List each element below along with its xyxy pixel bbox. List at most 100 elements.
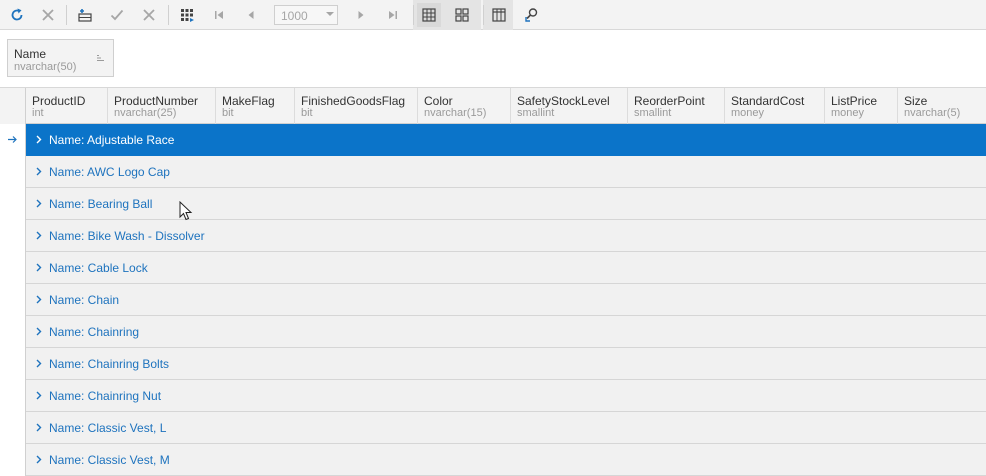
chevron-right-icon[interactable] (35, 327, 43, 336)
fetch-all-button[interactable] (175, 3, 199, 27)
close-icon (42, 9, 54, 21)
column-header-color[interactable]: Color nvarchar(15) (418, 88, 511, 124)
group-row-label: Name: Bike Wash - Dissolver (49, 229, 205, 243)
group-row-label: Name: AWC Logo Cap (49, 165, 170, 179)
page-size-value: 1000 (281, 9, 308, 23)
group-chip-type: nvarchar(50) (14, 61, 77, 73)
column-type: nvarchar(25) (114, 107, 177, 119)
group-row-label: Name: Classic Vest, L (49, 421, 167, 435)
column-type: nvarchar(5) (904, 107, 961, 119)
toolbar-separator (413, 5, 414, 25)
last-page-icon (389, 11, 397, 19)
row-indicator (0, 380, 26, 412)
check-icon (110, 9, 124, 21)
column-header-standardcost[interactable]: StandardCost money (725, 88, 825, 124)
group-row[interactable]: Name: Chain (0, 284, 986, 316)
column-type: bit (301, 107, 313, 119)
row-indicator (0, 348, 26, 380)
row-indicator (0, 284, 26, 316)
column-header-reorderpoint[interactable]: ReorderPoint smallint (628, 88, 725, 124)
first-page-button[interactable] (207, 3, 231, 27)
previous-icon (248, 11, 254, 19)
row-indicator (0, 316, 26, 348)
column-header-row: ProductID int ProductNumber nvarchar(25)… (0, 87, 986, 124)
chevron-right-icon[interactable] (35, 423, 43, 432)
group-row[interactable]: Name: Bike Wash - Dissolver (0, 220, 986, 252)
first-page-icon (215, 11, 223, 19)
group-row-label: Name: Bearing Ball (49, 197, 153, 211)
apply-changes-button[interactable] (105, 3, 129, 27)
toolbar-separator (66, 5, 67, 25)
column-header-makeflag[interactable]: MakeFlag bit (216, 88, 295, 124)
chevron-right-icon[interactable] (35, 135, 43, 144)
card-view-button[interactable] (450, 3, 474, 27)
group-row-label: Name: Chainring Bolts (49, 357, 170, 371)
group-panel: Name nvarchar(50) (0, 30, 986, 87)
chevron-right-icon[interactable] (35, 231, 43, 240)
row-indicator-header (0, 88, 26, 124)
column-type: int (32, 107, 44, 119)
group-row-label: Name: Classic Vest, M (49, 453, 170, 467)
chevron-right-icon[interactable] (35, 263, 43, 272)
column-name: StandardCost (731, 94, 805, 108)
group-row[interactable]: Name: Chainring Nut (0, 380, 986, 412)
toolbar: 1000 (0, 0, 986, 30)
discard-changes-button[interactable] (137, 3, 161, 27)
column-type: bit (222, 107, 234, 119)
page-size-select[interactable]: 1000 (274, 5, 338, 25)
grid-icon (422, 8, 436, 22)
row-indicator (0, 412, 26, 444)
row-indicator (0, 188, 26, 220)
group-row[interactable]: Name: AWC Logo Cap (0, 156, 986, 188)
mouse-cursor-icon (179, 201, 193, 221)
row-indicator (0, 220, 26, 252)
column-header-productid[interactable]: ProductID int (26, 88, 108, 124)
column-chooser-button[interactable] (487, 3, 511, 27)
group-row[interactable]: Name: Classic Vest, L (0, 412, 986, 444)
sort-ascending-icon (97, 55, 104, 61)
last-page-button[interactable] (381, 3, 405, 27)
grid-fetch-icon (181, 9, 194, 22)
column-header-finishedgoodsflag[interactable]: FinishedGoodsFlag bit (295, 88, 418, 124)
next-page-button[interactable] (349, 3, 373, 27)
group-row[interactable]: Name: Chainring (0, 316, 986, 348)
chevron-right-icon[interactable] (35, 199, 43, 208)
column-name: ProductNumber (114, 94, 199, 108)
search-icon (525, 8, 538, 22)
column-name: SafetyStockLevel (517, 94, 610, 108)
grid-view-button[interactable] (417, 3, 441, 27)
group-row[interactable]: Name: Adjustable Race (0, 124, 986, 156)
column-name: Size (904, 94, 928, 108)
group-row-label: Name: Adjustable Race (49, 133, 175, 147)
group-row[interactable]: Name: Bearing Ball (0, 188, 986, 220)
group-by-name-chip[interactable]: Name nvarchar(50) (7, 39, 114, 77)
add-row-icon (78, 9, 92, 22)
column-header-productnumber[interactable]: ProductNumber nvarchar(25) (108, 88, 216, 124)
chevron-right-icon[interactable] (35, 167, 43, 176)
row-indicator (0, 252, 26, 284)
column-header-size[interactable]: Size nvarchar(5) (898, 88, 986, 124)
column-name: Color (424, 94, 453, 108)
column-name: ProductID (32, 94, 86, 108)
add-row-button[interactable] (73, 3, 97, 27)
chevron-right-icon[interactable] (35, 455, 43, 464)
refresh-button[interactable] (5, 3, 29, 27)
cancel-refresh-button[interactable] (36, 3, 60, 27)
column-header-listprice[interactable]: ListPrice money (825, 88, 898, 124)
close-icon (143, 9, 155, 21)
chevron-right-icon[interactable] (35, 391, 43, 400)
group-row[interactable]: Name: Classic Vest, M (0, 444, 986, 476)
group-row[interactable]: Name: Cable Lock (0, 252, 986, 284)
column-name: FinishedGoodsFlag (301, 94, 406, 108)
group-chip-name: Name (14, 47, 47, 61)
group-row[interactable]: Name: Chainring Bolts (0, 348, 986, 380)
column-type: money (831, 107, 865, 119)
row-indicator (0, 156, 26, 188)
column-header-safetystocklevel[interactable]: SafetyStockLevel smallint (511, 88, 628, 124)
find-button[interactable] (519, 3, 543, 27)
previous-page-button[interactable] (239, 3, 263, 27)
column-type: smallint (517, 107, 555, 119)
chevron-right-icon[interactable] (35, 359, 43, 368)
chevron-right-icon[interactable] (35, 295, 43, 304)
grid-body: Name: Adjustable Race Name: AWC Logo Cap… (0, 124, 986, 476)
